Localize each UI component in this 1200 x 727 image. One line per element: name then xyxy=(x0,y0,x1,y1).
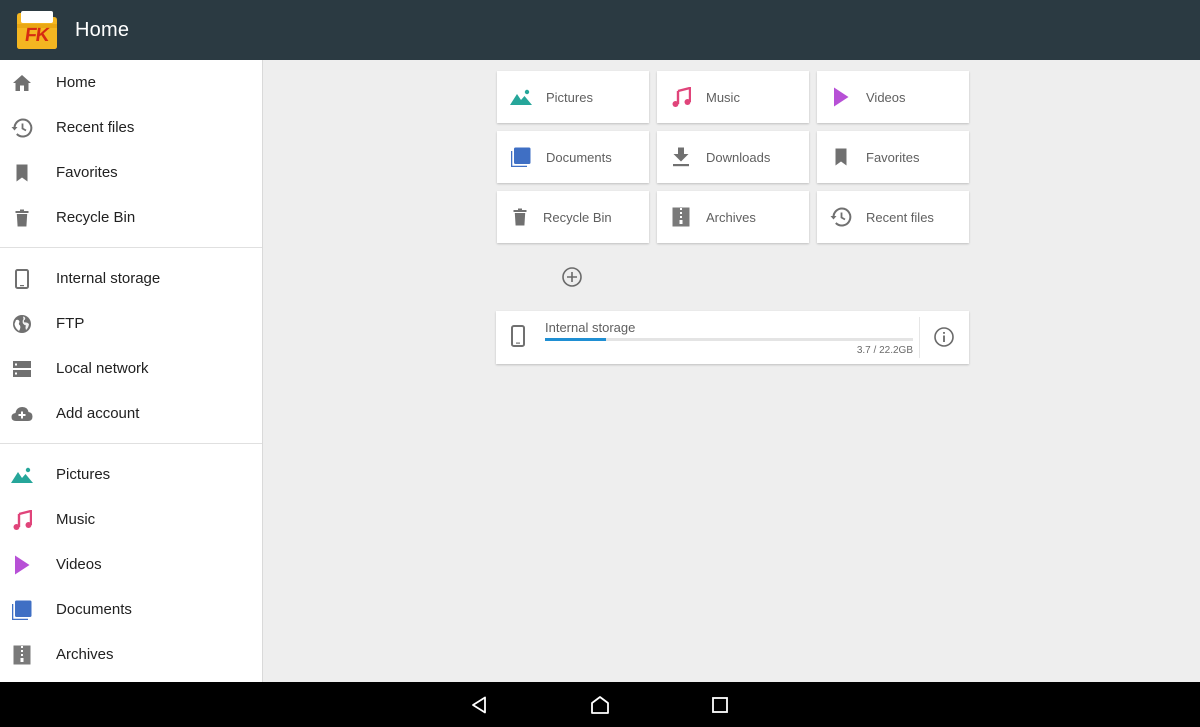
sidebar-item-favorites[interactable]: Favorites xyxy=(0,150,262,195)
info-icon[interactable] xyxy=(933,326,955,348)
pictures-icon xyxy=(509,85,533,109)
trash-icon xyxy=(11,207,33,229)
server-icon xyxy=(11,358,33,380)
storage-usage-bar xyxy=(545,338,913,341)
back-icon[interactable] xyxy=(468,693,492,717)
tile-documents[interactable]: Documents xyxy=(497,131,649,183)
documents-icon xyxy=(11,599,33,621)
sidebar-item-recycle-bin[interactable]: Recycle Bin xyxy=(0,195,262,240)
sidebar-item-label: Music xyxy=(56,511,96,528)
tile-recycle-bin[interactable]: Recycle Bin xyxy=(497,191,649,243)
archives-icon xyxy=(669,205,693,229)
tile-label: Downloads xyxy=(706,149,771,165)
music-icon xyxy=(11,509,33,531)
sidebar-item-label: Documents xyxy=(56,601,132,618)
tile-label: Music xyxy=(706,89,740,105)
app-logo: FK xyxy=(15,10,59,50)
sidebar-item-ftp[interactable]: FTP xyxy=(0,301,262,346)
sidebar-item-label: Add account xyxy=(56,405,140,422)
bookmark-icon xyxy=(829,145,853,169)
storage-separator xyxy=(919,317,920,358)
cloud-add-icon xyxy=(11,403,33,425)
tile-pictures[interactable]: Pictures xyxy=(497,71,649,123)
phone-icon xyxy=(510,325,530,349)
tile-label: Documents xyxy=(546,149,612,165)
navigation-drawer: Home Recent files Favorites Recycle Bin … xyxy=(0,60,263,682)
sidebar-item-label: FTP xyxy=(56,315,85,332)
sidebar-item-label: Archives xyxy=(56,646,114,663)
page-title: Home xyxy=(75,18,130,41)
tile-label: Videos xyxy=(866,89,906,105)
sidebar-item-label: Favorites xyxy=(56,164,118,181)
sidebar-item-archives[interactable]: Archives xyxy=(0,632,262,677)
sidebar-item-label: Recent files xyxy=(56,119,135,136)
system-nav-bar xyxy=(0,682,1200,727)
tile-label: Archives xyxy=(706,209,756,225)
sidebar-item-videos[interactable]: Videos xyxy=(0,542,262,587)
trash-icon xyxy=(509,205,530,229)
phone-icon xyxy=(11,268,33,290)
sidebar-item-label: Recycle Bin xyxy=(56,209,136,226)
home-icon xyxy=(11,72,33,94)
home-content: Pictures Music Videos Documents Download… xyxy=(264,60,1200,682)
history-icon xyxy=(11,117,33,139)
sidebar-item-internal-storage[interactable]: Internal storage xyxy=(0,256,262,301)
recents-icon[interactable] xyxy=(708,693,732,717)
sidebar-item-documents[interactable]: Documents xyxy=(0,587,262,632)
music-icon xyxy=(669,85,693,109)
storage-card-internal[interactable]: Internal storage 3.7 / 22.2GB xyxy=(496,311,969,364)
tile-label: Pictures xyxy=(546,89,593,105)
sidebar-item-label: Local network xyxy=(56,360,149,377)
documents-icon xyxy=(509,145,533,169)
home-nav-icon[interactable] xyxy=(588,693,612,717)
pictures-icon xyxy=(11,464,33,486)
sidebar-divider xyxy=(0,443,262,444)
sidebar-item-label: Videos xyxy=(56,556,102,573)
add-circle-icon[interactable] xyxy=(561,266,583,288)
tile-music[interactable]: Music xyxy=(657,71,809,123)
globe-icon xyxy=(11,313,33,335)
videos-icon xyxy=(829,85,853,109)
storage-usage-fill xyxy=(545,338,607,341)
videos-icon xyxy=(11,554,33,576)
tile-recent-files[interactable]: Recent files xyxy=(817,191,969,243)
storage-size: 3.7 / 22.2GB xyxy=(856,345,913,356)
history-icon xyxy=(829,205,853,229)
sidebar-item-add-account[interactable]: Add account xyxy=(0,391,262,436)
bookmark-icon xyxy=(11,162,33,184)
sidebar-item-home[interactable]: Home xyxy=(0,60,262,105)
tile-label: Recycle Bin xyxy=(543,209,612,225)
sidebar-item-recent-files[interactable]: Recent files xyxy=(0,105,262,150)
tile-downloads[interactable]: Downloads xyxy=(657,131,809,183)
tile-favorites[interactable]: Favorites xyxy=(817,131,969,183)
sidebar-item-music[interactable]: Music xyxy=(0,497,262,542)
tile-label: Favorites xyxy=(866,149,920,165)
sidebar-item-label: Home xyxy=(56,74,97,91)
tile-videos[interactable]: Videos xyxy=(817,71,969,123)
download-icon xyxy=(669,145,693,169)
app-bar: FK Home xyxy=(0,0,1200,60)
sidebar-item-label: Internal storage xyxy=(56,270,161,287)
storage-name: Internal storage xyxy=(545,320,636,335)
sidebar-item-label: Pictures xyxy=(56,466,111,483)
tile-label: Recent files xyxy=(866,209,934,225)
sidebar-divider xyxy=(0,247,262,248)
sidebar-item-local-network[interactable]: Local network xyxy=(0,346,262,391)
sidebar-item-pictures[interactable]: Pictures xyxy=(0,452,262,497)
logo-text: FK xyxy=(23,25,50,46)
archives-icon xyxy=(11,644,33,666)
tile-archives[interactable]: Archives xyxy=(657,191,809,243)
